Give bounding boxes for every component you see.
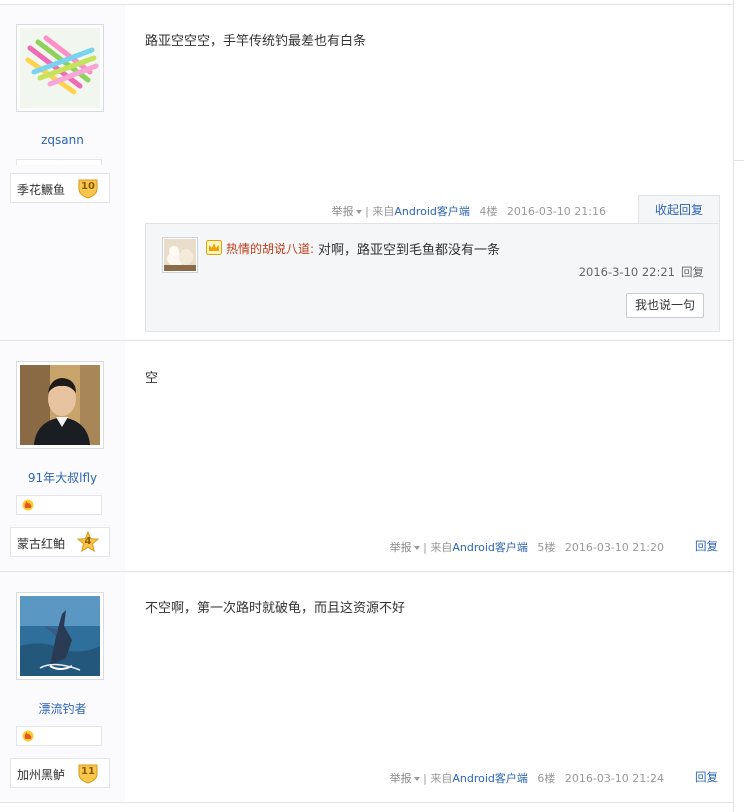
sub-reply-text: 对啊，路亚空到毛鱼都没有一条 — [318, 243, 501, 258]
reply-button[interactable]: 回复 — [695, 769, 718, 785]
avatar-image — [20, 365, 100, 445]
post-content: 空 — [145, 371, 159, 386]
post-time: 2016-03-10 21:24 — [564, 772, 664, 785]
badge-level-icon: 4 — [77, 531, 99, 553]
member-badge[interactable]: 加州黑鲈 11 — [10, 758, 110, 788]
post-body: 不空啊，第一次路时就破龟，而且这资源不好 举报 | 来自Android客户端 6… — [125, 572, 734, 803]
client-source: | 来自Android客户端 — [423, 772, 528, 785]
post-time: 2016-03-10 21:20 — [564, 541, 664, 554]
client-source: | 来自Android客户端 — [365, 205, 470, 218]
report-link[interactable]: 举报 — [332, 205, 362, 218]
username[interactable]: 漂流钓者 — [0, 700, 125, 717]
divider — [734, 160, 744, 161]
chevron-down-icon — [355, 210, 362, 214]
badge-level-icon: 10 — [77, 177, 99, 199]
author-panel: zqsann 季花鳜鱼 10 — [0, 5, 125, 341]
avatar[interactable] — [16, 592, 104, 680]
username[interactable]: zqsann — [0, 133, 125, 147]
post-content: 路亚空空空，手竿传统钓最差也有白条 — [145, 34, 367, 49]
client-source: | 来自Android客户端 — [423, 541, 528, 554]
member-badge[interactable]: 季花鳜鱼 10 — [10, 173, 110, 203]
avatar-image — [20, 596, 100, 676]
member-badge[interactable]: 蒙古红鲌 4 — [10, 527, 110, 557]
level-bar — [16, 159, 102, 165]
add-sub-reply-button[interactable]: 我也说一句 — [626, 293, 704, 318]
client-link[interactable]: Android客户端 — [452, 541, 528, 554]
reply-button[interactable]: 回复 — [695, 538, 718, 554]
badge-name: 蒙古红鲌 — [17, 537, 66, 551]
sub-reply-box: 热情的胡说八道: 对啊，路亚空到毛鱼都没有一条 2016-3-10 22:21 回… — [145, 223, 720, 332]
badge-level-icon: 11 — [77, 762, 99, 784]
level-bar — [16, 726, 102, 746]
badge-name: 季花鳜鱼 — [17, 183, 66, 197]
sub-reply-reply-link[interactable]: 回复 — [681, 265, 704, 279]
report-link[interactable]: 举报 — [390, 541, 420, 554]
report-link[interactable]: 举报 — [390, 772, 420, 785]
username[interactable]: 91年大叔lfly — [0, 469, 125, 486]
author-panel: 漂流钓者 加州黑鲈 11 — [0, 572, 125, 803]
client-link[interactable]: Android客户端 — [452, 772, 528, 785]
floor-number: 6楼 — [537, 772, 556, 785]
sub-reply-username[interactable]: 热情的胡说八道: — [226, 240, 314, 257]
sub-reply-avatar[interactable] — [162, 237, 198, 273]
floor-number: 5楼 — [537, 541, 556, 554]
avatar[interactable] — [16, 361, 104, 449]
post-tail: 举报 | 来自Android客户端 6楼 2016-03-10 21:24 — [390, 770, 664, 786]
collapse-replies-button[interactable]: 收起回复 — [638, 195, 720, 224]
client-link[interactable]: Android客户端 — [394, 205, 470, 218]
chevron-down-icon — [413, 546, 420, 550]
badge-name: 加州黑鲈 — [17, 768, 66, 782]
post-tail: 举报 | 来自Android客户端 4楼 2016-03-10 21:16 — [332, 203, 606, 219]
post-content: 不空啊，第一次路时就破龟，而且这资源不好 — [145, 601, 406, 616]
post-time: 2016-03-10 21:16 — [506, 205, 606, 218]
post-floor-5: 91年大叔lfly 蒙古红鲌 4 空 举报 | 来自Android客户端 5楼 … — [0, 340, 734, 572]
level-bar — [16, 495, 102, 515]
post-body: 路亚空空空，手竿传统钓最差也有白条 举报 | 来自Android客户端 4楼 2… — [125, 5, 734, 341]
sub-reply-meta: 2016-3-10 22:21 回复 — [579, 264, 704, 280]
post-list: zqsann 季花鳜鱼 10 路亚空空空，手竿传统钓最差也有白条 举报 | 来自… — [0, 0, 734, 812]
avatar[interactable] — [16, 24, 104, 112]
chevron-down-icon — [413, 777, 420, 781]
flame-icon — [22, 730, 34, 742]
post-list-end — [0, 802, 734, 812]
post-floor-6: 漂流钓者 加州黑鲈 11 不空啊，第一次路时就破龟，而且这资源不好 举报 | 来… — [0, 571, 734, 803]
post-body: 空 举报 | 来自Android客户端 5楼 2016-03-10 21:20 … — [125, 341, 734, 572]
sub-reply-time: 2016-3-10 22:21 — [578, 265, 675, 279]
avatar-image — [20, 28, 100, 108]
post-floor-4: zqsann 季花鳜鱼 10 路亚空空空，手竿传统钓最差也有白条 举报 | 来自… — [0, 4, 734, 341]
avatar-image — [164, 239, 196, 271]
author-panel: 91年大叔lfly 蒙古红鲌 4 — [0, 341, 125, 572]
flame-icon — [22, 499, 34, 511]
post-tail: 举报 | 来自Android客户端 5楼 2016-03-10 21:20 — [390, 539, 664, 555]
floor-number: 4楼 — [479, 205, 498, 218]
crown-icon — [206, 240, 222, 255]
